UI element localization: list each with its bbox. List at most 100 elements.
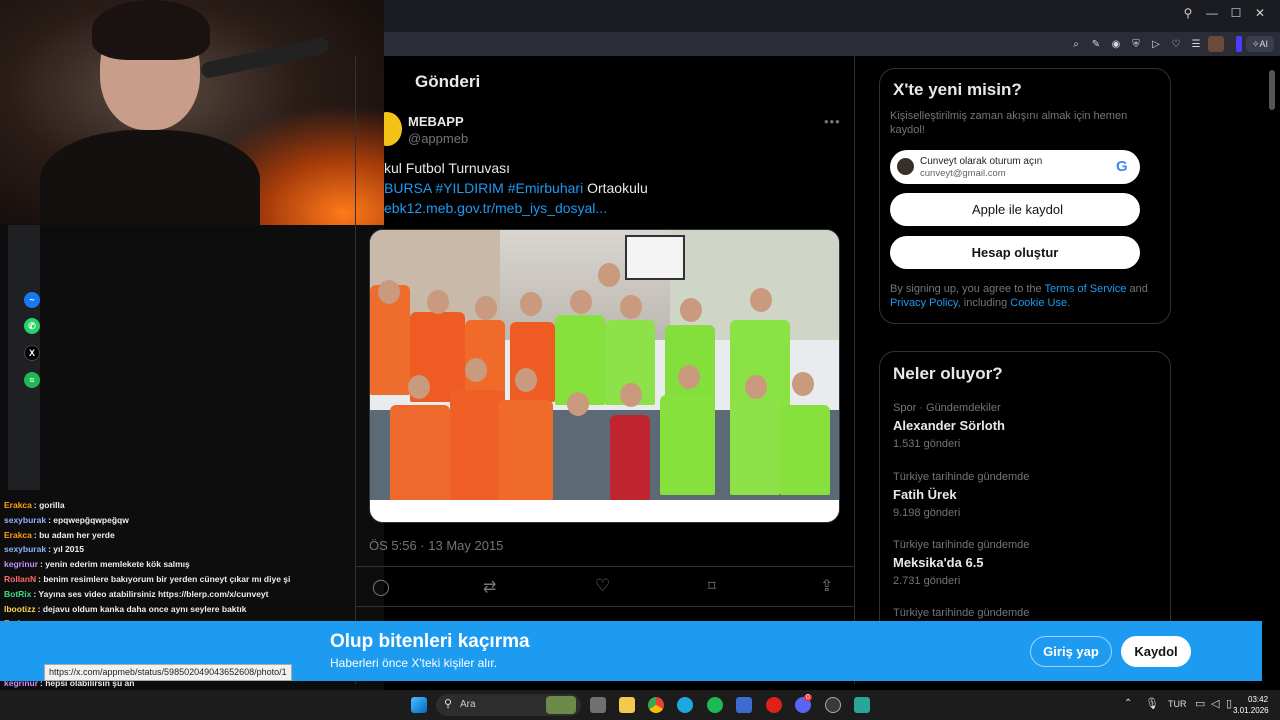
whatsapp-icon[interactable]: ✆: [24, 318, 40, 334]
signup-subtitle: Kişiselleştirilmiş zaman akışını almak i…: [890, 110, 1128, 136]
file-explorer-icon[interactable]: [619, 697, 635, 713]
create-account-button[interactable]: Hesap oluştur: [890, 236, 1140, 269]
tweet-hashtags[interactable]: BURSA #YILDIRIM #Emirbuhari: [384, 180, 583, 196]
chat-message: lbootizz: dejavu oldum kanka daha once a…: [4, 604, 246, 614]
more-options-icon[interactable]: •••: [824, 114, 841, 129]
maximize-button[interactable]: ☐: [1226, 6, 1246, 20]
page-title: Gönderi: [415, 72, 481, 91]
cookie-link[interactable]: Cookie Use: [1010, 297, 1067, 309]
shield-icon[interactable]: ⛨: [1128, 36, 1144, 52]
minimize-button[interactable]: —: [1202, 6, 1222, 20]
start-button[interactable]: [411, 697, 427, 713]
chevron-up-icon[interactable]: ⌃: [1124, 698, 1132, 709]
chat-message: kegrinur: yenin ederim memlekete kök sal…: [4, 559, 190, 569]
banner-title: Olup bitenleri kaçırma: [330, 631, 530, 652]
opera-icon[interactable]: [766, 697, 782, 713]
chat-username[interactable]: BotRix: [4, 589, 31, 599]
chat-username[interactable]: sexyburak: [4, 515, 46, 525]
close-button[interactable]: ✕: [1250, 6, 1270, 20]
clock-time[interactable]: 03:42: [1248, 695, 1268, 704]
ai-button[interactable]: ✧ AI: [1246, 36, 1274, 52]
avatar[interactable]: [1208, 36, 1224, 52]
task-view-icon[interactable]: [590, 697, 606, 713]
trends-title: Neler oluyor?: [893, 364, 1003, 383]
apple-signup-button[interactable]: Apple ile kaydol: [890, 193, 1140, 226]
avatar: [897, 158, 914, 175]
share-icon[interactable]: ⇪: [820, 576, 833, 596]
trend-item[interactable]: Türkiye tarihinde gündemde Meksika'da 6.…: [893, 539, 1029, 587]
signup-title: X'te yeni misin?: [893, 80, 1022, 99]
webcam-overlay: [0, 0, 384, 225]
spotify-icon[interactable]: ≈: [24, 372, 40, 388]
signup-button[interactable]: Kaydol: [1121, 636, 1191, 667]
volume-icon[interactable]: ◁: [1211, 697, 1219, 710]
status-url-tooltip: https://x.com/appmeb/status/598502049043…: [44, 664, 292, 681]
tweet-text-line2: BURSA #YILDIRIM #Emirbuhari Ortaokulu: [384, 180, 648, 196]
privacy-link[interactable]: Privacy Policy: [890, 297, 958, 309]
x-icon[interactable]: X: [24, 345, 40, 361]
bookmark-icon[interactable]: ⌑: [708, 577, 716, 595]
browser-titlebar: ⚲ — ☐ ✕: [384, 0, 1280, 32]
chat-username[interactable]: kegrinur: [4, 559, 38, 569]
signup-card: X'te yeni misin? Kişiselleştirilmiş zama…: [879, 68, 1171, 324]
clock-date[interactable]: 3.01.2026: [1233, 706, 1269, 715]
app-icon[interactable]: [736, 697, 752, 713]
tweet-photo[interactable]: [369, 229, 840, 523]
search-icon[interactable]: ⚲: [1178, 6, 1198, 20]
tweet-link[interactable]: ebk12.meb.gov.tr/meb_iys_dosyal...: [384, 200, 607, 216]
zoom-icon[interactable]: ⌕: [1068, 36, 1084, 52]
chat-text: : benim resimlere bakıyorum bir yerden c…: [38, 574, 290, 584]
taskbar-search[interactable]: ⚲ Ara: [436, 694, 581, 716]
app-icon[interactable]: [825, 697, 841, 713]
chat-username[interactable]: RollanN: [4, 574, 36, 584]
trend-item[interactable]: Türkiye tarihinde gündemde: [893, 607, 1029, 619]
spotify-icon[interactable]: [707, 697, 723, 713]
chat-text: : bu adam her yerde: [33, 529, 115, 540]
retweet-icon[interactable]: ⇄: [483, 577, 496, 597]
like-icon[interactable]: ♡: [595, 576, 610, 596]
chat-text: : yenin ederim memlekete kök salmış: [40, 559, 190, 570]
edge-icon[interactable]: [677, 697, 693, 713]
reply-icon[interactable]: ◯: [372, 577, 390, 597]
login-button[interactable]: Giriş yap: [1030, 636, 1112, 667]
trends-card: Neler oluyor? Spor · Gündemdekiler Alexa…: [879, 351, 1171, 651]
page-scrollbar[interactable]: [1264, 56, 1280, 684]
share-sidebar: ~ ✆ X ≈: [8, 225, 40, 490]
heart-icon[interactable]: ♡: [1168, 36, 1184, 52]
language-indicator[interactable]: TUR: [1168, 699, 1187, 709]
chat-message: sexyburak: epqwepğqwpeğqw: [4, 515, 129, 525]
chat-username[interactable]: lbootizz: [4, 604, 36, 614]
messenger-icon[interactable]: ~: [24, 292, 40, 308]
notification-badge: 0: [804, 694, 812, 701]
google-icon: G: [1116, 158, 1128, 175]
terms-link[interactable]: Terms of Service: [1045, 283, 1127, 295]
google-signin-button[interactable]: Cunveyt olarak oturum açın cunveyt@gmail…: [890, 150, 1140, 184]
chat-text: : yıl 2015: [48, 544, 84, 555]
chat-message: sexyburak: yıl 2015: [4, 544, 84, 554]
trend-item[interactable]: Spor · Gündemdekiler Alexander Sörloth 1…: [893, 402, 1005, 450]
microphone-icon[interactable]: 🎙: [1145, 697, 1159, 710]
app-icon[interactable]: [854, 697, 870, 713]
chat-text: : epqwepğqwpeğqw: [48, 514, 129, 525]
author-name[interactable]: MEBAPP: [408, 114, 464, 129]
chat-username[interactable]: sexyburak: [4, 544, 46, 554]
camera-icon[interactable]: ◉: [1108, 36, 1124, 52]
author-handle[interactable]: @appmeb: [408, 131, 468, 146]
trend-item[interactable]: Türkiye tarihinde gündemde Fatih Ürek 9.…: [893, 471, 1029, 519]
chat-username[interactable]: Erakca: [4, 530, 32, 540]
chat-username[interactable]: Erakca: [4, 500, 32, 510]
chrome-icon[interactable]: [648, 697, 664, 713]
divider: [355, 606, 855, 607]
battery-icon[interactable]: ▯: [1226, 697, 1232, 710]
edit-icon[interactable]: ✎: [1088, 36, 1104, 52]
tweet-text-line1: kul Futbol Turnuvası: [384, 160, 511, 176]
network-icon[interactable]: ▭: [1195, 697, 1205, 710]
tweet-timestamp[interactable]: ÖS 5:56 · 13 May 2015: [369, 538, 503, 553]
chat-message: Erakca: bu adam her yerde: [4, 530, 115, 540]
menu-icon[interactable]: ☰: [1188, 36, 1204, 52]
divider: [355, 566, 855, 567]
terms-text: By signing up, you agree to the Terms of…: [890, 283, 1148, 309]
chat-text: : dejavu oldum kanka daha once aynı seyl…: [37, 603, 247, 614]
chat-message: BotRix: Yayına ses video atabilirsiniz h…: [4, 589, 268, 599]
play-icon[interactable]: ▷: [1148, 36, 1164, 52]
